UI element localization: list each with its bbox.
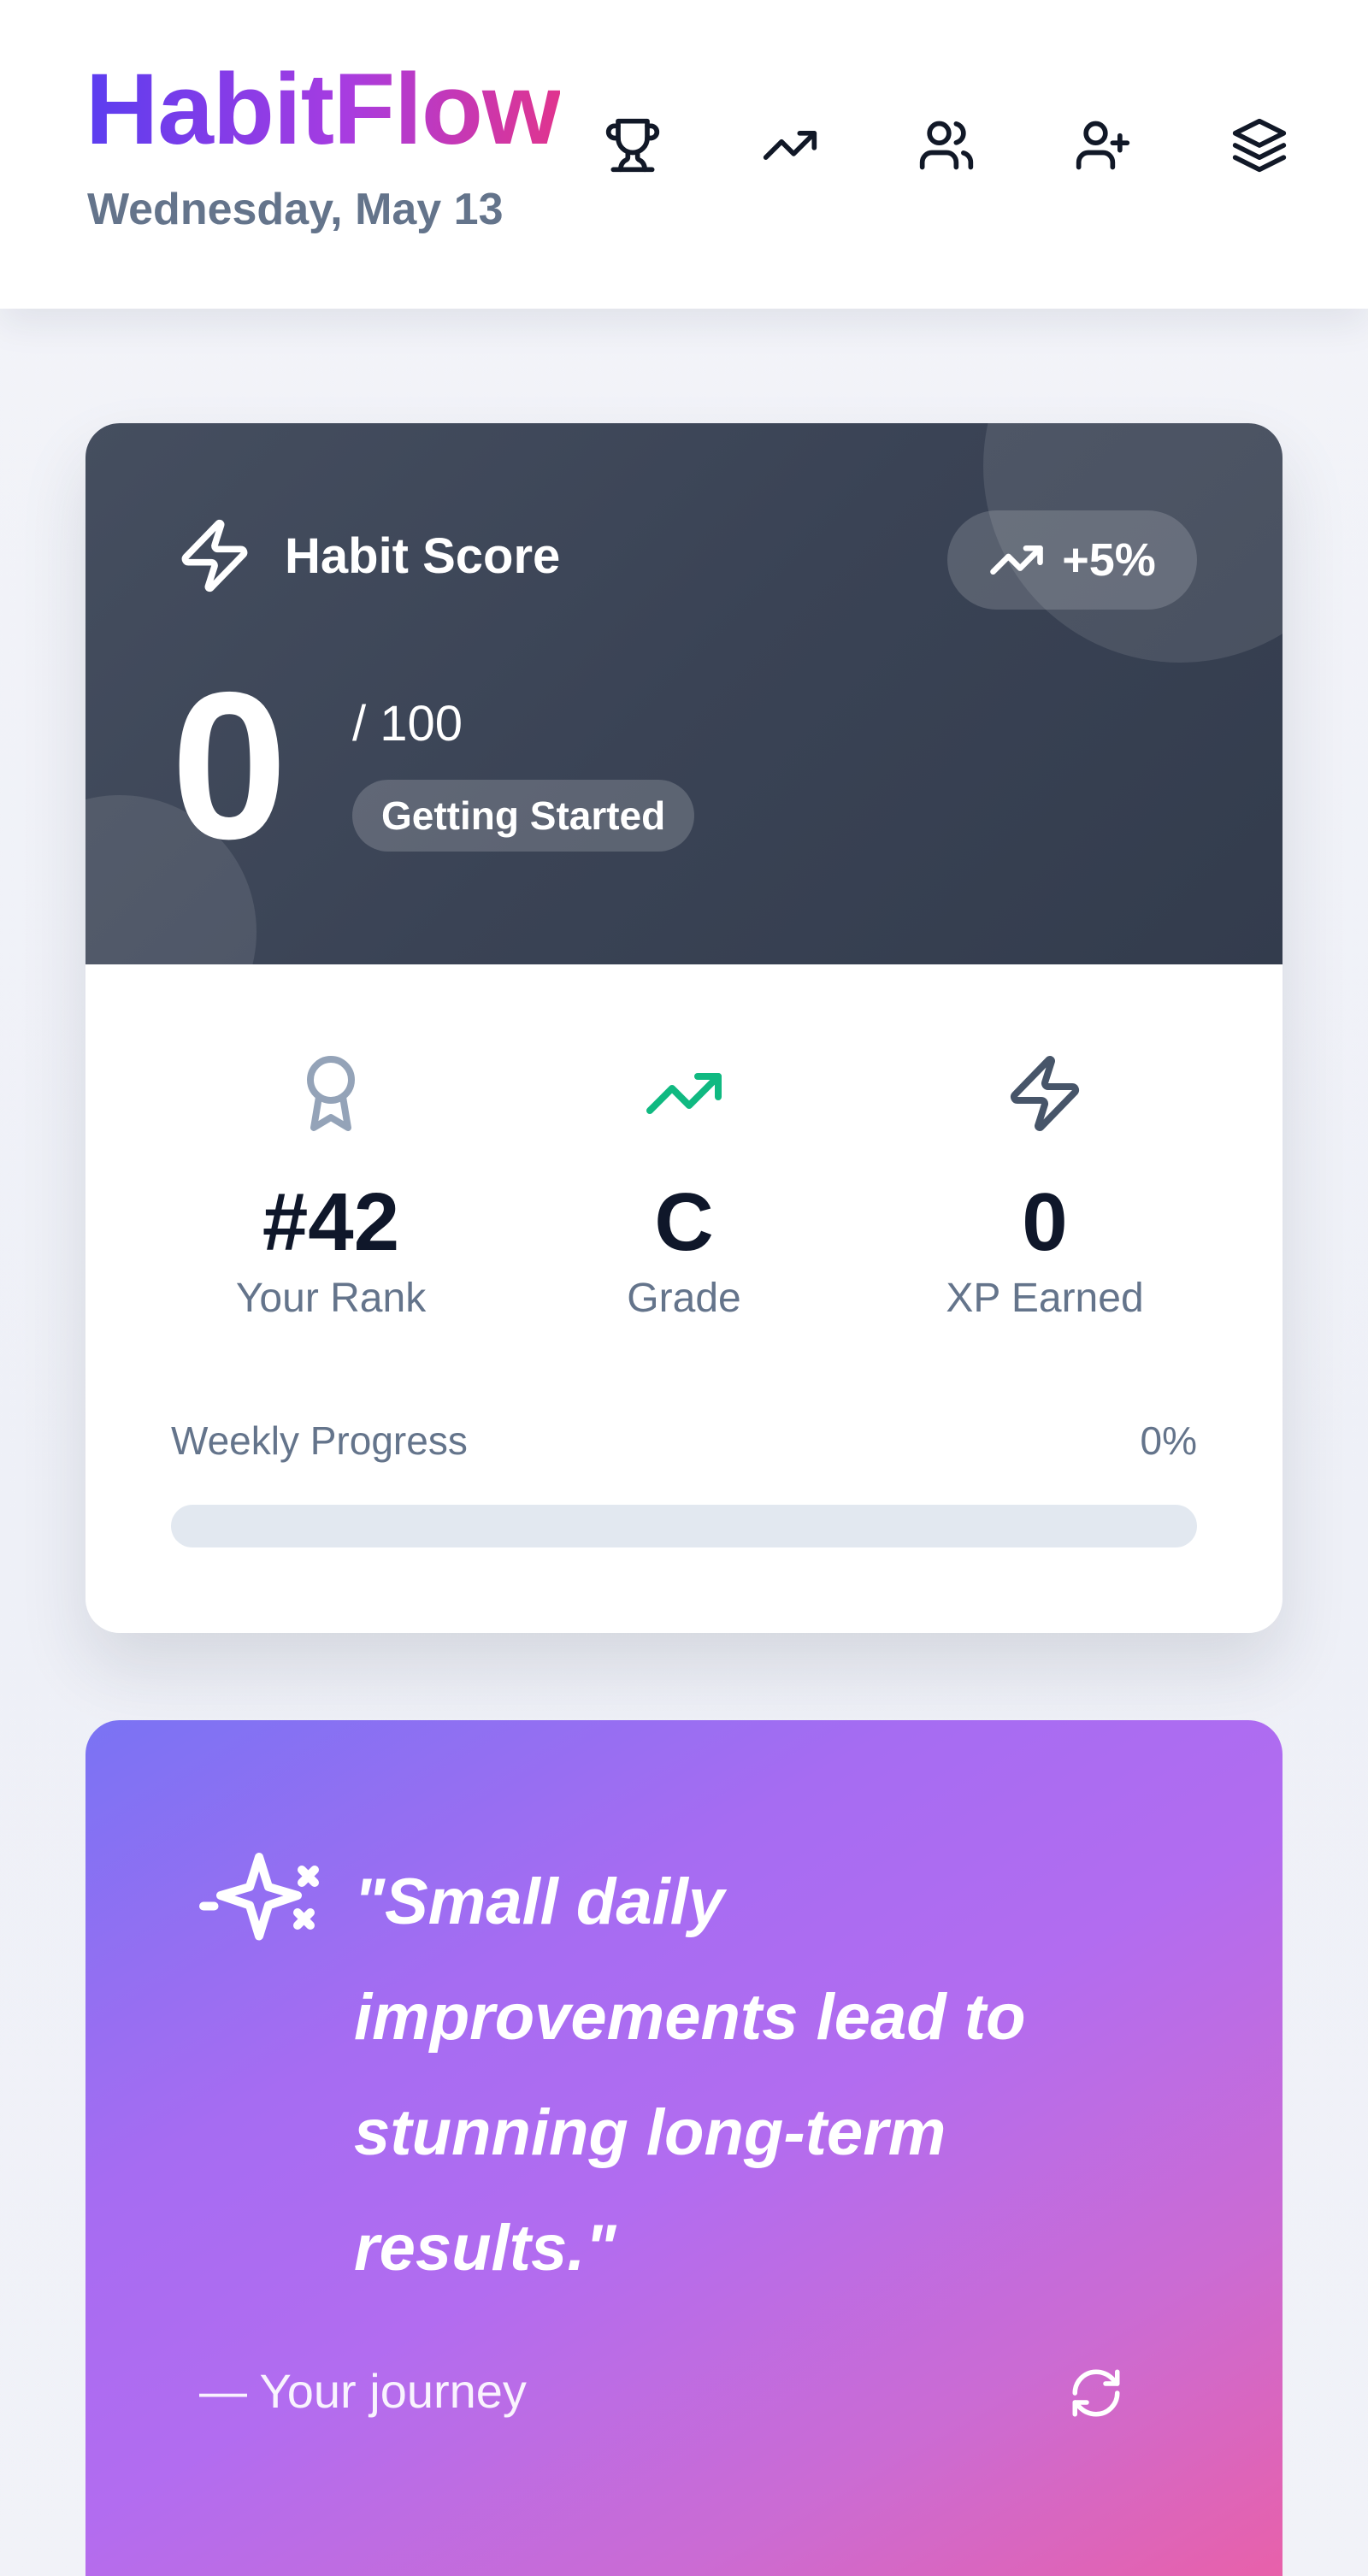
score-value: 0 <box>171 648 288 882</box>
trending-up-icon[interactable] <box>756 111 824 180</box>
grade-label: Grade <box>627 1276 741 1321</box>
zap-icon <box>1011 1056 1079 1131</box>
trending-up-icon <box>646 1073 722 1114</box>
user-plus-icon[interactable] <box>1069 111 1137 180</box>
current-date: Wednesday, May 13 <box>87 185 504 234</box>
weekly-progress-label: Weekly Progress <box>171 1418 468 1463</box>
xp-value: 0 <box>1022 1176 1068 1268</box>
app-logo: HabitFlow <box>86 50 561 169</box>
xp-label: XP Earned <box>946 1276 1144 1321</box>
quote-card: "Small daily improvements lead to stunni… <box>86 1720 1282 2576</box>
level-badge: Getting Started <box>352 780 695 852</box>
rank-label: Your Rank <box>235 1276 427 1321</box>
quote-text: "Small daily improvements lead to stunni… <box>354 1866 1026 2284</box>
rank-value: #42 <box>262 1176 400 1268</box>
weekly-progress-bar <box>171 1505 1197 1547</box>
sparkles-icon <box>195 1844 323 1955</box>
trophy-icon[interactable] <box>598 111 667 180</box>
refresh-quote-button[interactable] <box>1060 2357 1132 2429</box>
trending-up-icon <box>990 545 1044 575</box>
habit-score-heading: Habit Score <box>175 517 560 594</box>
grade-value: C <box>654 1176 714 1268</box>
refresh-icon <box>1072 2369 1120 2417</box>
zap-icon <box>181 519 248 592</box>
weekly-progress-value: 0% <box>1140 1418 1197 1463</box>
score-banner: Habit Score +5% 0 / 100 Getting Started <box>86 423 1282 964</box>
trend-badge: +5% <box>947 510 1197 610</box>
habit-score-card: Habit Score +5% 0 / 100 Getting Started … <box>86 423 1282 1633</box>
habit-score-title: Habit Score <box>285 528 561 584</box>
score-max: / 100 <box>352 696 463 752</box>
trend-value: +5% <box>1062 534 1156 586</box>
users-icon[interactable] <box>912 111 981 180</box>
stat-xp: 0 XP Earned <box>891 1047 1199 1322</box>
layers-icon[interactable] <box>1225 111 1294 180</box>
stat-rank: #42 Your Rank <box>177 1047 485 1322</box>
app-header: HabitFlow Wednesday, May 13 <box>0 0 1368 309</box>
award-icon <box>307 1056 355 1131</box>
stat-grade: C Grade <box>530 1047 838 1322</box>
quote-attribution: — Your journey <box>199 2364 527 2418</box>
